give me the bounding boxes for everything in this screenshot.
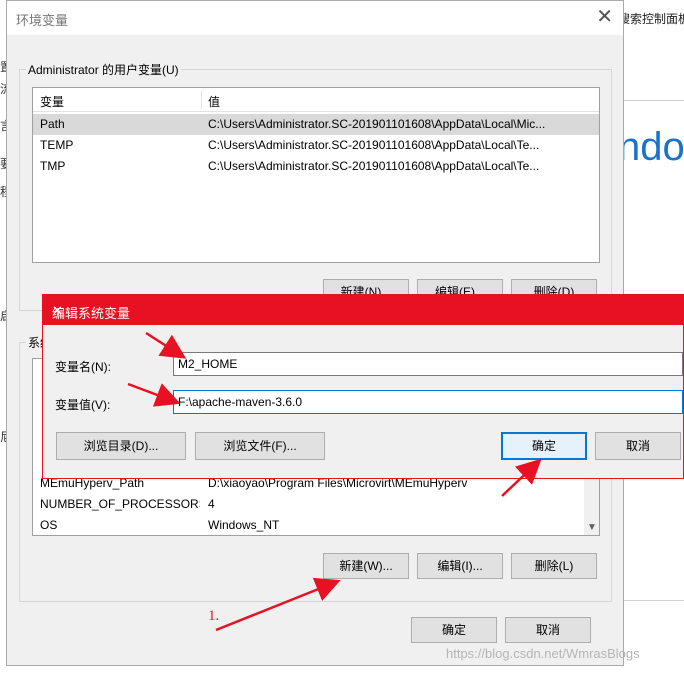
arrow-to-name-field bbox=[145, 331, 187, 359]
annotation-arrows bbox=[127, 331, 542, 632]
watermark: https://blog.csdn.net/WmrasBlogs bbox=[446, 646, 640, 661]
arrow-to-ok-button bbox=[501, 458, 542, 497]
arrow-to-new-button bbox=[215, 577, 341, 632]
step-annotation: 1. bbox=[208, 608, 220, 624]
arrow-to-value-field bbox=[127, 382, 181, 407]
